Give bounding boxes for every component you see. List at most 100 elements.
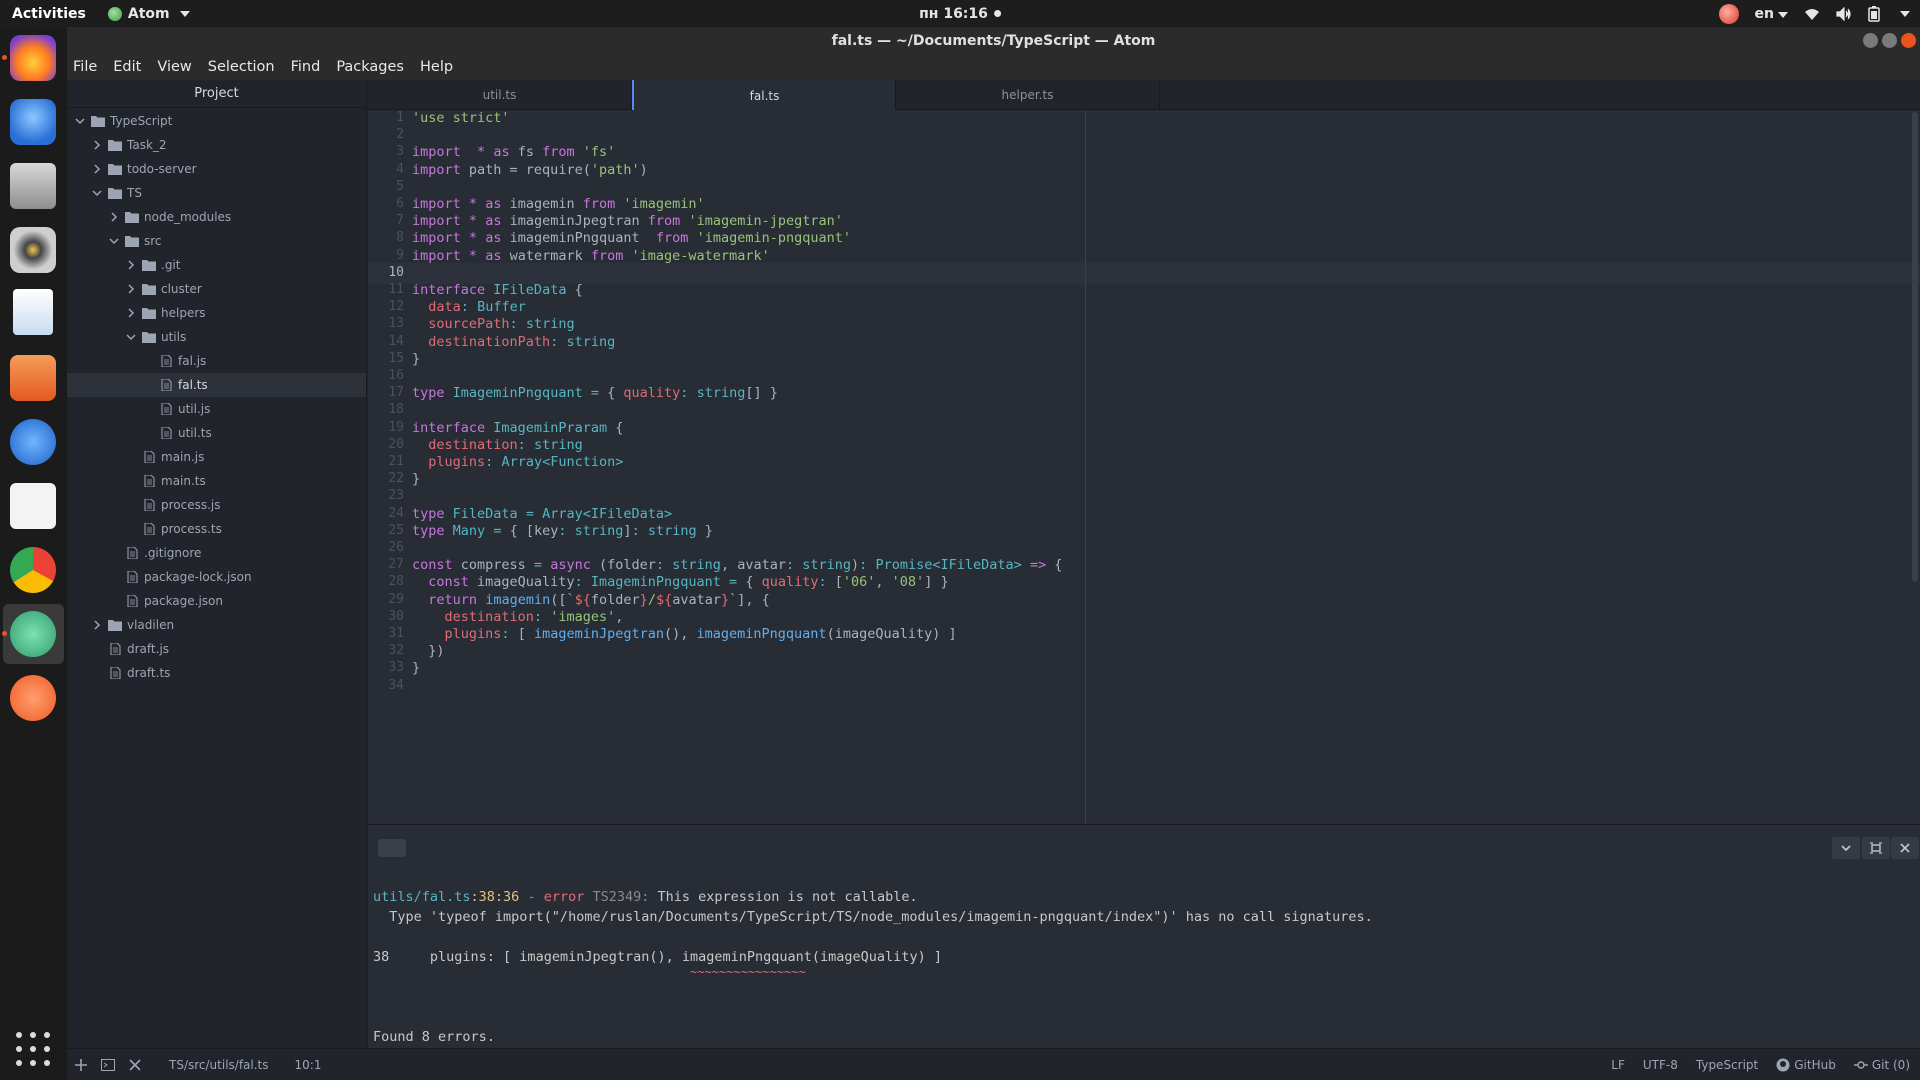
menu-packages[interactable]: Packages <box>336 59 404 75</box>
volume-icon[interactable] <box>1836 6 1852 21</box>
code-line: destination: string <box>428 436 583 453</box>
cursor-position[interactable]: 10:1 <box>295 1058 322 1072</box>
editor-scrollbar[interactable] <box>1912 112 1918 582</box>
menu-file[interactable]: File <box>73 59 97 75</box>
running-indicator <box>2 631 7 636</box>
line-number: 19 <box>388 419 404 435</box>
tree-folder[interactable]: .git <box>67 253 366 277</box>
atom-app-icon <box>107 6 122 21</box>
line-number: 5 <box>396 178 404 194</box>
grammar[interactable]: TypeScript <box>1696 1058 1758 1072</box>
code-editor[interactable]: 1 2 3 4 5 6 7 8 9 10 11 12 13 14 15 16 17 18 19 20 21 22 23 24 2… <box>368 110 1920 824</box>
keyboard-icon[interactable] <box>378 839 406 857</box>
tree-folder[interactable]: TypeScript <box>67 109 366 133</box>
amazon-icon[interactable] <box>10 483 56 529</box>
encoding[interactable]: UTF-8 <box>1643 1058 1678 1072</box>
tab-util-ts[interactable]: util.ts <box>368 80 632 110</box>
menu-help[interactable]: Help <box>420 59 453 75</box>
rhythmbox-icon[interactable] <box>10 227 56 273</box>
tree-folder[interactable]: vladilen <box>67 613 366 637</box>
close-icon <box>1900 843 1910 853</box>
running-indicator <box>2 55 7 60</box>
terminal-error-detail: Type 'typeof import("/home/ruslan/Docume… <box>373 909 1373 925</box>
tree-folder[interactable]: node_modules <box>67 205 366 229</box>
tree-file[interactable]: util.ts <box>67 421 366 445</box>
git-button[interactable]: Git (0) <box>1853 1057 1910 1072</box>
tree-folder[interactable]: todo-server <box>67 157 366 181</box>
tree-file[interactable]: util.js <box>67 397 366 421</box>
tree-file[interactable]: process.js <box>67 493 366 517</box>
code-line: type FileData = Array<IFileData> <box>412 505 673 522</box>
firefox-icon[interactable] <box>10 35 56 81</box>
line-ending[interactable]: LF <box>1611 1058 1625 1072</box>
file-path[interactable]: TS/src/utils/fal.ts <box>169 1058 269 1072</box>
terminal-panel: utils/fal.ts:38:36 - error TS2349: This … <box>368 824 1920 1048</box>
tree-file[interactable]: main.js <box>67 445 366 469</box>
tree-item-label: package.json <box>144 594 224 608</box>
folder-icon <box>108 139 122 151</box>
tree-file[interactable]: .gitignore <box>67 541 366 565</box>
menu-find[interactable]: Find <box>291 59 321 75</box>
show-applications-icon[interactable] <box>16 1032 50 1066</box>
app-menu[interactable]: Atom <box>98 6 200 22</box>
tree-folder[interactable]: helpers <box>67 301 366 325</box>
close-terminal-icon[interactable] <box>129 1058 141 1071</box>
software-center-icon[interactable] <box>10 355 56 401</box>
maximize-icon <box>1870 842 1882 854</box>
libreoffice-writer-icon[interactable] <box>13 289 53 335</box>
tab-helper-ts[interactable]: helper.ts <box>896 80 1160 110</box>
wifi-icon[interactable] <box>1804 7 1820 21</box>
folder-icon <box>142 307 156 319</box>
menu-selection[interactable]: Selection <box>208 59 275 75</box>
add-terminal-icon[interactable] <box>75 1058 87 1071</box>
notification-app-icon[interactable] <box>1718 3 1739 24</box>
tree-folder[interactable]: src <box>67 229 366 253</box>
tree-file[interactable]: package-lock.json <box>67 565 366 589</box>
language-indicator[interactable]: en <box>1755 6 1788 22</box>
tree-folder[interactable]: cluster <box>67 277 366 301</box>
code-line: }) <box>412 643 445 660</box>
close-window-icon[interactable] <box>1901 33 1916 48</box>
chevron-right-icon <box>90 618 104 632</box>
postman-icon[interactable] <box>10 675 56 721</box>
folder-icon <box>108 187 122 199</box>
atom-icon[interactable] <box>10 611 56 657</box>
thunderbird-icon[interactable] <box>10 99 56 145</box>
clock[interactable]: пн 16:16 <box>919 6 1001 22</box>
tree-folder[interactable]: Task_2 <box>67 133 366 157</box>
tree-file[interactable]: package.json <box>67 589 366 613</box>
minimize-icon[interactable] <box>1863 33 1878 48</box>
maximize-panel-button[interactable] <box>1862 837 1890 859</box>
git-label: Git (0) <box>1871 1057 1910 1072</box>
project-tree: Project TypeScript Task_2 todo-server TS nod… <box>67 80 367 1047</box>
files-icon[interactable] <box>10 163 56 209</box>
tree-file[interactable]: draft.js <box>67 637 366 661</box>
battery-icon[interactable] <box>1868 5 1880 22</box>
tree-folder[interactable]: TS <box>67 181 366 205</box>
tree-file[interactable]: fal.ts <box>67 373 366 397</box>
tree-file[interactable]: fal.js <box>67 349 366 373</box>
code-line: 'use strict' <box>412 110 510 126</box>
menu-edit[interactable]: Edit <box>113 59 141 75</box>
tree-item-label: fal.js <box>178 354 207 368</box>
system-menu-chevron-icon[interactable] <box>1900 10 1910 17</box>
activities-button[interactable]: Activities <box>0 6 98 22</box>
file-icon <box>159 378 173 392</box>
tree-file[interactable]: draft.ts <box>67 661 366 685</box>
tree-item-label: node_modules <box>144 210 232 224</box>
terminal-icon[interactable] <box>101 1058 115 1071</box>
tab-fal-ts[interactable]: fal.ts <box>632 80 896 111</box>
tree-file[interactable]: main.ts <box>67 469 366 493</box>
github-button[interactable]: GitHub <box>1776 1058 1836 1072</box>
menu-view[interactable]: View <box>157 59 191 75</box>
github-icon <box>1776 1058 1790 1071</box>
help-icon[interactable] <box>10 419 56 465</box>
maximize-icon[interactable] <box>1882 33 1897 48</box>
line-number: 8 <box>396 230 404 246</box>
collapse-panel-button[interactable] <box>1832 837 1860 859</box>
tree-folder[interactable]: utils <box>67 325 366 349</box>
close-panel-button[interactable] <box>1891 837 1919 859</box>
tree-file[interactable]: process.ts <box>67 517 366 541</box>
chrome-icon[interactable] <box>10 547 56 593</box>
